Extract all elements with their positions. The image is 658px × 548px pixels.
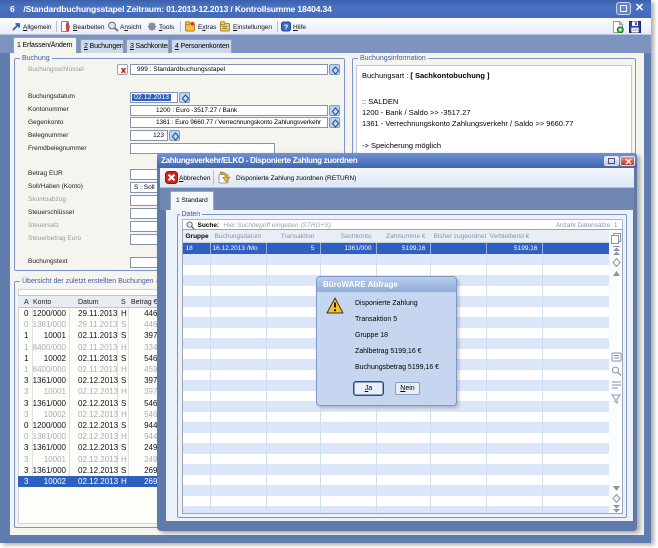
svg-text:?: ?: [284, 23, 289, 32]
